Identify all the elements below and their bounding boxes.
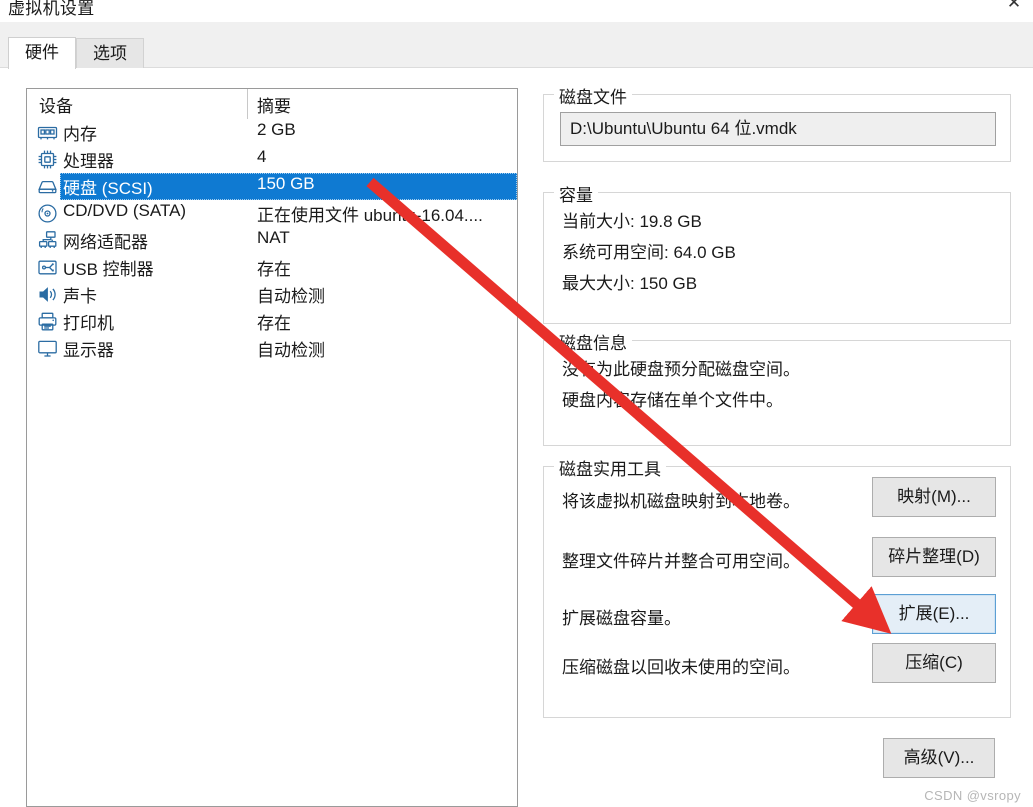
- harddisk-icon: [37, 176, 58, 197]
- disk-detail-panel: 磁盘文件 D:\Ubuntu\Ubuntu 64 位.vmdk 容量 当前大小:…: [543, 68, 1011, 807]
- device-row-0[interactable]: 内存 2 GB: [27, 119, 517, 146]
- tab-hardware[interactable]: 硬件: [8, 37, 76, 69]
- capacity-current-size: 当前大小: 19.8 GB: [562, 212, 702, 231]
- device-name: 网络适配器: [63, 233, 148, 252]
- device-list-header: 设备 摘要: [27, 89, 517, 119]
- expand-button[interactable]: 扩展(E)...: [872, 594, 996, 634]
- device-summary: 自动检测: [257, 341, 325, 360]
- device-summary: 正在使用文件 ubuntu-16.04....: [257, 206, 483, 225]
- group-title-disk-file: 磁盘文件: [554, 83, 632, 108]
- group-disk-information: 磁盘信息 没有为此硬盘预分配磁盘空间。 硬盘内容存储在单个文件中。: [543, 329, 1011, 446]
- device-name: 打印机: [63, 314, 114, 333]
- device-row-7[interactable]: 打印机 存在: [27, 308, 517, 335]
- device-summary: 4: [257, 147, 267, 166]
- advanced-button[interactable]: 高级(V)...: [883, 738, 995, 778]
- utility-row-compact: 压缩磁盘以回收未使用的空间。 压缩(C): [544, 643, 1012, 691]
- utility-description-defragment: 整理文件碎片并整合可用空间。: [562, 552, 800, 571]
- group-title-capacity: 容量: [554, 181, 598, 206]
- settings-body: 设备 摘要 内存 2 GB 处理器 4 硬盘 (SCSI) 150 GB CD/DVD (S…: [0, 68, 1033, 807]
- column-header-summary: 摘要: [257, 97, 291, 116]
- printer-icon: [37, 311, 58, 332]
- cd-dvd-icon: [37, 203, 58, 224]
- tab-options[interactable]: 选项: [76, 38, 144, 68]
- device-name: 内存: [63, 125, 97, 144]
- group-disk-file: 磁盘文件 D:\Ubuntu\Ubuntu 64 位.vmdk: [543, 83, 1011, 162]
- device-row-4[interactable]: 网络适配器 NAT: [27, 227, 517, 254]
- capacity-system-free: 系统可用空间: 64.0 GB: [562, 243, 736, 262]
- usb-icon: [37, 257, 58, 278]
- device-summary: 自动检测: [257, 287, 325, 306]
- utility-row-map: 将该虚拟机磁盘映射到本地卷。 映射(M)...: [544, 477, 1012, 525]
- window-title: 虚拟机设置: [8, 0, 95, 18]
- device-summary: 150 GB: [257, 174, 315, 193]
- group-disk-utilities: 磁盘实用工具 将该虚拟机磁盘映射到本地卷。 映射(M)... 整理文件碎片并整合…: [543, 455, 1012, 718]
- utility-description-map: 将该虚拟机磁盘映射到本地卷。: [562, 492, 800, 511]
- close-icon[interactable]: ✕: [1003, 0, 1025, 14]
- cpu-icon: [37, 149, 58, 170]
- memory-icon: [37, 122, 58, 143]
- defragment-button[interactable]: 碎片整理(D): [872, 537, 996, 577]
- device-list[interactable]: 设备 摘要 内存 2 GB 处理器 4 硬盘 (SCSI) 150 GB CD/DVD (S…: [26, 88, 518, 807]
- disk-file-path-field[interactable]: D:\Ubuntu\Ubuntu 64 位.vmdk: [560, 112, 996, 146]
- device-name: 显示器: [63, 341, 114, 360]
- device-summary: 存在: [257, 314, 291, 333]
- device-name: USB 控制器: [63, 260, 154, 279]
- utility-description-compact: 压缩磁盘以回收未使用的空间。: [562, 658, 800, 677]
- device-row-2[interactable]: 硬盘 (SCSI) 150 GB: [27, 173, 517, 200]
- device-name: 处理器: [63, 152, 114, 171]
- watermark: CSDN @vsropy: [924, 788, 1021, 803]
- device-row-3[interactable]: CD/DVD (SATA) 正在使用文件 ubuntu-16.04....: [27, 200, 517, 227]
- disk-info-line-2: 硬盘内容存储在单个文件中。: [562, 391, 783, 410]
- column-header-device: 设备: [39, 97, 73, 116]
- device-rows-container: 内存 2 GB 处理器 4 硬盘 (SCSI) 150 GB CD/DVD (SATA) 正在…: [27, 119, 517, 362]
- sound-icon: [37, 284, 58, 305]
- map-button[interactable]: 映射(M)...: [872, 477, 996, 517]
- group-capacity: 容量 当前大小: 19.8 GB 系统可用空间: 64.0 GB 最大大小: 1…: [543, 181, 1011, 324]
- device-summary: NAT: [257, 228, 290, 247]
- network-icon: [37, 230, 58, 251]
- device-summary: 2 GB: [257, 120, 296, 139]
- compact-button[interactable]: 压缩(C): [872, 643, 996, 683]
- device-row-6[interactable]: 声卡 自动检测: [27, 281, 517, 308]
- device-name: CD/DVD (SATA): [63, 201, 187, 220]
- group-title-disk-information: 磁盘信息: [554, 329, 632, 354]
- vm-settings-window: 虚拟机设置 ✕ 硬件 选项 设备 摘要 内存 2 GB 处理器 4 硬盘 (SCSI) 1…: [0, 0, 1033, 807]
- device-row-8[interactable]: 显示器 自动检测: [27, 335, 517, 362]
- device-row-5[interactable]: USB 控制器 存在: [27, 254, 517, 281]
- tab-strip: 硬件 选项: [0, 22, 1033, 69]
- utility-row-expand: 扩展磁盘容量。 扩展(E)...: [544, 594, 1012, 642]
- disk-info-line-1: 没有为此硬盘预分配磁盘空间。: [562, 360, 800, 379]
- display-icon: [37, 338, 58, 359]
- capacity-maximum-size: 最大大小: 150 GB: [562, 274, 698, 293]
- utility-row-defragment: 整理文件碎片并整合可用空间。 碎片整理(D): [544, 537, 1012, 585]
- device-row-1[interactable]: 处理器 4: [27, 146, 517, 173]
- title-bar: 虚拟机设置 ✕: [0, 0, 1033, 22]
- device-name: 硬盘 (SCSI): [63, 179, 153, 198]
- utility-description-expand: 扩展磁盘容量。: [562, 609, 681, 628]
- device-summary: 存在: [257, 260, 291, 279]
- device-name: 声卡: [63, 287, 97, 306]
